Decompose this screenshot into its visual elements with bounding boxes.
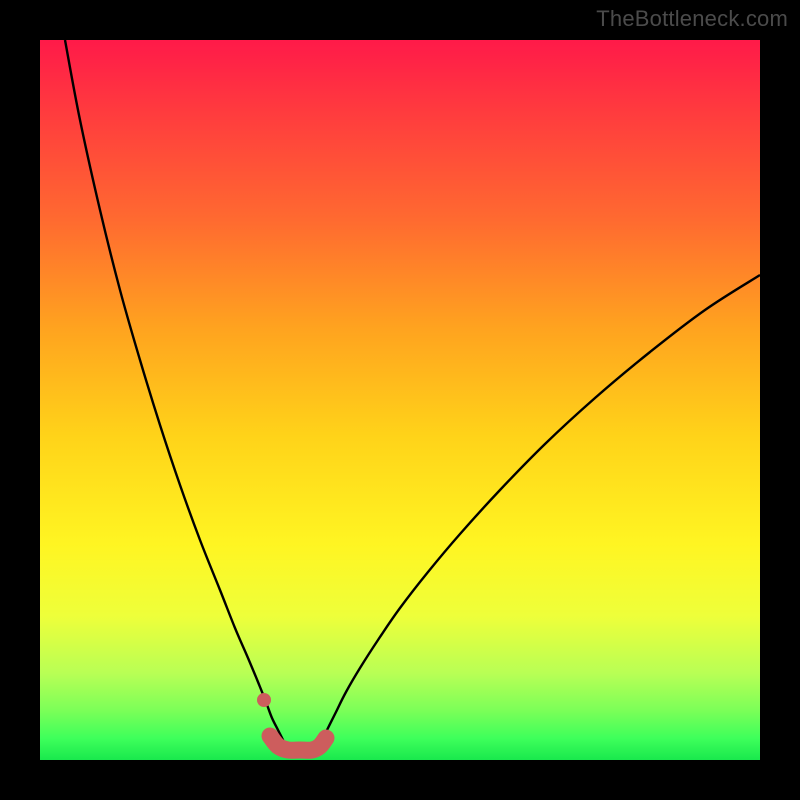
left-marker-dot (257, 693, 271, 707)
chart-svg (40, 40, 760, 760)
curve-left-branch (65, 40, 286, 747)
watermark-text: TheBottleneck.com (596, 6, 788, 32)
curve-right-branch (318, 275, 760, 747)
plot-area (40, 40, 760, 760)
chart-frame: TheBottleneck.com (0, 0, 800, 800)
bottom-marker-curve (270, 736, 326, 750)
